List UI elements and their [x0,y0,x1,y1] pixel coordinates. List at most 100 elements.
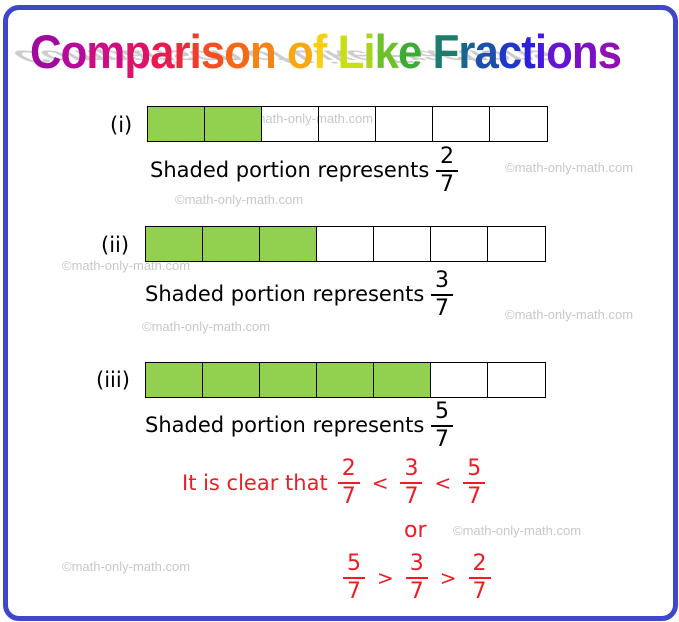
title-letter: f [312,25,328,78]
less-than-sign: < [371,471,389,495]
watermark: ©math-only-math.com [453,523,582,538]
conclusion-intro: It is clear that [182,471,328,495]
shaded-part [146,363,203,397]
unshaded-part [431,227,488,261]
denominator: 7 [472,579,487,604]
watermark: ©math-only-math.com [142,319,271,334]
unshaded-part [319,107,376,141]
title-letter: n [249,25,277,78]
example-label-i: (i) [110,113,133,137]
unshaded-part [488,227,545,261]
title-letter: o [546,25,573,78]
shaded-part [260,227,317,261]
unshaded-part [488,363,545,397]
numerator: 5 [347,551,361,576]
title-letter: i [189,25,202,78]
title-letter: a [150,25,174,78]
denominator: 7 [467,484,482,509]
shaded-part [148,107,205,141]
denominator: 7 [440,172,455,197]
shaded-part [374,363,431,397]
fraction: 5 7 [343,553,365,603]
title-area: Comparison of Like Fractions Comparison … [0,14,679,84]
title-letter: o [60,25,88,78]
shaded-part [205,107,262,141]
example-label-ii: (ii) [101,233,130,257]
title-letter: s [200,25,225,78]
fraction-3-7: 3 7 [431,268,454,321]
title-letter: o [224,25,251,78]
title-letter: m [86,25,125,78]
denominator: 7 [435,296,450,321]
title-letter: r [458,25,475,78]
numerator: 2 [440,144,455,169]
fraction-bar-i [147,106,548,142]
caption-iii: Shaded portion represents 5 7 [145,399,454,452]
title-letter: a [474,25,498,78]
title-letter: s [597,25,622,78]
page-title: Comparison of Like Fractions [30,24,622,79]
conclusion-descending: 5 7 > 3 7 > 2 7 [343,553,491,603]
shaded-part [203,227,260,261]
title-letter: t [521,25,536,78]
title-letter: C [30,25,62,78]
unshaded-part [376,107,433,141]
unshaded-part [317,227,374,261]
unshaded-part [431,363,488,397]
numerator: 3 [409,551,424,576]
title-letter: c [497,25,522,78]
shaded-part [317,363,374,397]
fraction: 5 7 [463,456,486,509]
fraction-bar-iii [145,362,546,398]
numerator: 5 [467,456,482,481]
shaded-part [146,227,203,261]
title-letter: r [173,25,191,78]
fraction-bar-ii [145,226,546,262]
denominator: 7 [404,484,419,509]
title-letter: i [363,25,375,78]
example-label-iii: (iii) [96,368,130,392]
unshaded-part [490,107,547,141]
fraction: 3 7 [405,551,428,604]
caption-i: Shaded portion represents 2 7 [150,144,459,197]
numerator: 2 [341,456,356,481]
greater-than-sign: > [439,566,457,590]
less-than-sign: < [434,471,452,495]
watermark: ©math-only-math.com [62,559,191,574]
caption-text: Shaded portion represents [150,158,430,182]
caption-text: Shaded portion represents [145,413,425,437]
greater-than-sign: > [377,566,394,590]
title-letter [326,24,337,79]
fraction: 2 7 [468,551,491,604]
denominator: 7 [409,579,424,604]
shaded-part [260,363,317,397]
conclusion-ascending: It is clear that 2 7 < 3 7 < 5 7 [182,456,486,509]
unshaded-part [433,107,490,141]
title-letter [421,24,432,79]
numerator: 3 [404,456,419,481]
shaded-part [203,363,260,397]
title-letter: F [432,25,460,78]
title-letter: i [534,25,547,78]
numerator: 3 [435,268,450,293]
title-letter: k [374,25,399,78]
numerator: 2 [472,551,487,576]
title-letter [276,24,287,79]
title-letter: p [124,25,151,78]
title-letter: L [337,25,365,78]
watermark: ©math-only-math.com [505,160,634,175]
fraction-2-7: 2 7 [436,144,459,197]
denominator: 7 [347,579,361,604]
connector-or: or [404,518,427,543]
watermark: ©math-only-math.com [505,307,634,322]
denominator: 7 [435,427,450,452]
fraction-5-7: 5 7 [431,399,454,452]
denominator: 7 [341,484,356,509]
caption-ii: Shaded portion represents 3 7 [145,268,454,321]
title-letter: n [571,25,599,78]
title-letter: o [286,25,314,78]
caption-text: Shaded portion represents [145,282,425,306]
numerator: 5 [435,399,450,424]
unshaded-part [374,227,431,261]
title-letter: e [397,25,422,78]
